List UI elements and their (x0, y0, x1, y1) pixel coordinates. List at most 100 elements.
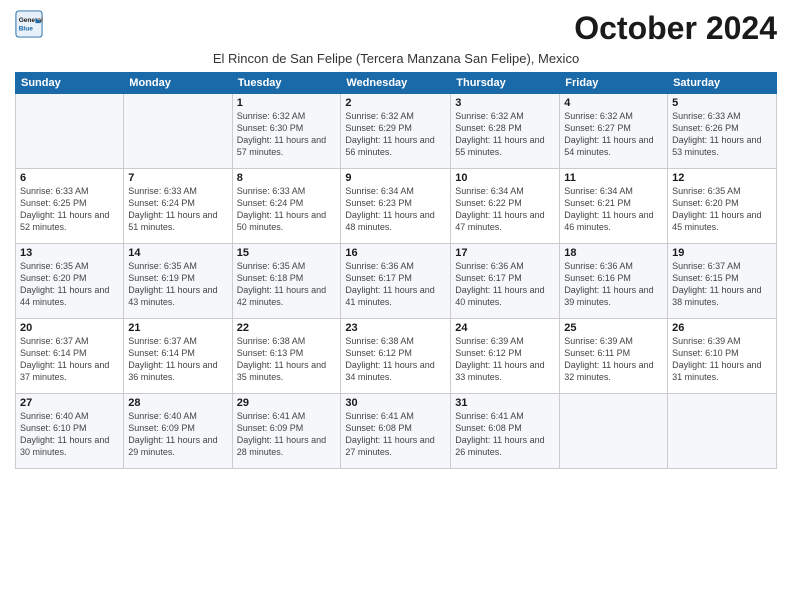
calendar-week-row: 27Sunrise: 6:40 AM Sunset: 6:10 PM Dayli… (16, 394, 777, 469)
calendar-table: Sunday Monday Tuesday Wednesday Thursday… (15, 72, 777, 469)
day-number: 20 (20, 322, 119, 334)
day-number: 25 (564, 322, 663, 334)
svg-text:Blue: Blue (19, 26, 33, 33)
day-number: 8 (237, 172, 337, 184)
day-number: 28 (128, 397, 227, 409)
day-number: 13 (20, 247, 119, 259)
table-row: 27Sunrise: 6:40 AM Sunset: 6:10 PM Dayli… (16, 394, 124, 469)
table-row: 26Sunrise: 6:39 AM Sunset: 6:10 PM Dayli… (668, 319, 777, 394)
table-row: 7Sunrise: 6:33 AM Sunset: 6:24 PM Daylig… (124, 169, 232, 244)
day-number: 4 (564, 97, 663, 109)
day-number: 29 (237, 397, 337, 409)
svg-text:General: General (19, 17, 43, 24)
table-row: 12Sunrise: 6:35 AM Sunset: 6:20 PM Dayli… (668, 169, 777, 244)
table-row: 11Sunrise: 6:34 AM Sunset: 6:21 PM Dayli… (560, 169, 668, 244)
day-info: Sunrise: 6:35 AM Sunset: 6:19 PM Dayligh… (128, 260, 227, 309)
day-info: Sunrise: 6:32 AM Sunset: 6:29 PM Dayligh… (345, 110, 446, 159)
day-number: 10 (455, 172, 555, 184)
calendar-page: General Blue General Blue October 2024 E… (0, 0, 792, 612)
col-friday: Friday (560, 73, 668, 94)
table-row: 1Sunrise: 6:32 AM Sunset: 6:30 PM Daylig… (232, 94, 341, 169)
day-number: 2 (345, 97, 446, 109)
day-number: 24 (455, 322, 555, 334)
day-info: Sunrise: 6:41 AM Sunset: 6:08 PM Dayligh… (345, 410, 446, 459)
table-row: 17Sunrise: 6:36 AM Sunset: 6:17 PM Dayli… (451, 244, 560, 319)
calendar-header-row: Sunday Monday Tuesday Wednesday Thursday… (16, 73, 777, 94)
day-info: Sunrise: 6:33 AM Sunset: 6:25 PM Dayligh… (20, 185, 119, 234)
day-number: 9 (345, 172, 446, 184)
table-row: 2Sunrise: 6:32 AM Sunset: 6:29 PM Daylig… (341, 94, 451, 169)
day-info: Sunrise: 6:37 AM Sunset: 6:15 PM Dayligh… (672, 260, 772, 309)
day-info: Sunrise: 6:35 AM Sunset: 6:20 PM Dayligh… (20, 260, 119, 309)
col-monday: Monday (124, 73, 232, 94)
table-row: 15Sunrise: 6:35 AM Sunset: 6:18 PM Dayli… (232, 244, 341, 319)
table-row: 28Sunrise: 6:40 AM Sunset: 6:09 PM Dayli… (124, 394, 232, 469)
table-row: 13Sunrise: 6:35 AM Sunset: 6:20 PM Dayli… (16, 244, 124, 319)
day-number: 3 (455, 97, 555, 109)
day-info: Sunrise: 6:36 AM Sunset: 6:16 PM Dayligh… (564, 260, 663, 309)
table-row: 5Sunrise: 6:33 AM Sunset: 6:26 PM Daylig… (668, 94, 777, 169)
table-row: 6Sunrise: 6:33 AM Sunset: 6:25 PM Daylig… (16, 169, 124, 244)
day-info: Sunrise: 6:34 AM Sunset: 6:23 PM Dayligh… (345, 185, 446, 234)
day-number: 27 (20, 397, 119, 409)
day-info: Sunrise: 6:32 AM Sunset: 6:27 PM Dayligh… (564, 110, 663, 159)
day-number: 16 (345, 247, 446, 259)
day-number: 15 (237, 247, 337, 259)
day-number: 1 (237, 97, 337, 109)
day-info: Sunrise: 6:36 AM Sunset: 6:17 PM Dayligh… (455, 260, 555, 309)
table-row: 22Sunrise: 6:38 AM Sunset: 6:13 PM Dayli… (232, 319, 341, 394)
day-number: 5 (672, 97, 772, 109)
col-saturday: Saturday (668, 73, 777, 94)
day-number: 26 (672, 322, 772, 334)
day-info: Sunrise: 6:37 AM Sunset: 6:14 PM Dayligh… (128, 335, 227, 384)
header: General Blue General Blue October 2024 (15, 10, 777, 47)
col-sunday: Sunday (16, 73, 124, 94)
table-row (668, 394, 777, 469)
day-info: Sunrise: 6:32 AM Sunset: 6:30 PM Dayligh… (237, 110, 337, 159)
day-info: Sunrise: 6:34 AM Sunset: 6:22 PM Dayligh… (455, 185, 555, 234)
day-info: Sunrise: 6:39 AM Sunset: 6:12 PM Dayligh… (455, 335, 555, 384)
col-thursday: Thursday (451, 73, 560, 94)
month-title: October 2024 (574, 10, 777, 47)
day-info: Sunrise: 6:39 AM Sunset: 6:11 PM Dayligh… (564, 335, 663, 384)
day-number: 21 (128, 322, 227, 334)
table-row: 21Sunrise: 6:37 AM Sunset: 6:14 PM Dayli… (124, 319, 232, 394)
day-number: 31 (455, 397, 555, 409)
table-row: 19Sunrise: 6:37 AM Sunset: 6:15 PM Dayli… (668, 244, 777, 319)
day-info: Sunrise: 6:34 AM Sunset: 6:21 PM Dayligh… (564, 185, 663, 234)
day-info: Sunrise: 6:33 AM Sunset: 6:24 PM Dayligh… (128, 185, 227, 234)
day-number: 30 (345, 397, 446, 409)
table-row: 10Sunrise: 6:34 AM Sunset: 6:22 PM Dayli… (451, 169, 560, 244)
table-row: 25Sunrise: 6:39 AM Sunset: 6:11 PM Dayli… (560, 319, 668, 394)
table-row (124, 94, 232, 169)
day-number: 22 (237, 322, 337, 334)
calendar-week-row: 20 Sunrise: 6:37 AM Sunset: 6:14 PM Dayli… (16, 319, 777, 394)
day-number: 19 (672, 247, 772, 259)
table-row (16, 94, 124, 169)
table-row: 16Sunrise: 6:36 AM Sunset: 6:17 PM Dayli… (341, 244, 451, 319)
day-info: Sunrise: 6:40 AM Sunset: 6:09 PM Dayligh… (128, 410, 227, 459)
table-row: 29Sunrise: 6:41 AM Sunset: 6:09 PM Dayli… (232, 394, 341, 469)
calendar-week-row: 13Sunrise: 6:35 AM Sunset: 6:20 PM Dayli… (16, 244, 777, 319)
day-number: 11 (564, 172, 663, 184)
day-number: 17 (455, 247, 555, 259)
day-info: Sunrise: 6:38 AM Sunset: 6:13 PM Dayligh… (237, 335, 337, 384)
day-info: Sunrise: 6:35 AM Sunset: 6:20 PM Dayligh… (672, 185, 772, 234)
col-wednesday: Wednesday (341, 73, 451, 94)
day-info: Sunrise: 6:41 AM Sunset: 6:09 PM Dayligh… (237, 410, 337, 459)
table-row: 18Sunrise: 6:36 AM Sunset: 6:16 PM Dayli… (560, 244, 668, 319)
table-row: 8Sunrise: 6:33 AM Sunset: 6:24 PM Daylig… (232, 169, 341, 244)
table-row: 23Sunrise: 6:38 AM Sunset: 6:12 PM Dayli… (341, 319, 451, 394)
table-row (560, 394, 668, 469)
table-row: 9Sunrise: 6:34 AM Sunset: 6:23 PM Daylig… (341, 169, 451, 244)
day-number: 23 (345, 322, 446, 334)
day-number: 14 (128, 247, 227, 259)
day-info: Sunrise: 6:33 AM Sunset: 6:24 PM Dayligh… (237, 185, 337, 234)
day-number: 12 (672, 172, 772, 184)
table-row: 20Sunrise: 6:37 AM Sunset: 6:14 PM Dayli… (16, 319, 124, 394)
table-row: 14Sunrise: 6:35 AM Sunset: 6:19 PM Dayli… (124, 244, 232, 319)
table-row: 4Sunrise: 6:32 AM Sunset: 6:27 PM Daylig… (560, 94, 668, 169)
day-info: Sunrise: 6:36 AM Sunset: 6:17 PM Dayligh… (345, 260, 446, 309)
col-tuesday: Tuesday (232, 73, 341, 94)
table-row: 3Sunrise: 6:32 AM Sunset: 6:28 PM Daylig… (451, 94, 560, 169)
